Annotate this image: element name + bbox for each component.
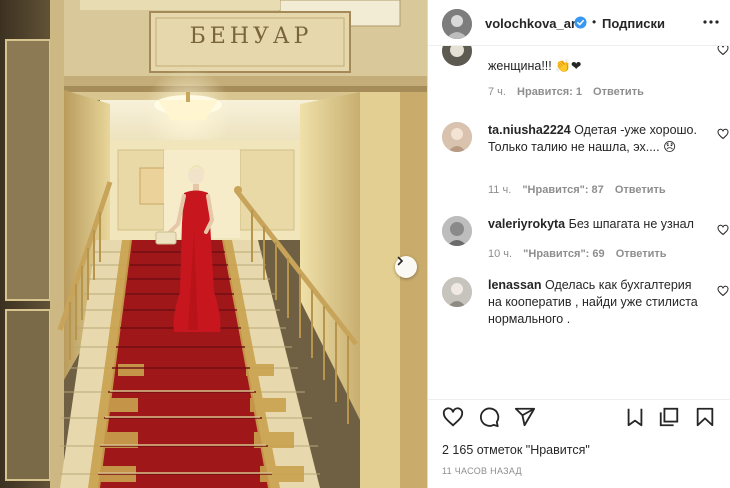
post-timestamp[interactable]: 11 часов назад (442, 466, 522, 476)
comment-text: valeriyrokyta Без шпагата не узнал (488, 216, 698, 233)
bookmark-icon[interactable] (694, 406, 716, 428)
comments-list[interactable]: женщина!!! 👏❤ 7 ч. Нравится: 1 Ответить … (428, 46, 730, 399)
next-photo-button[interactable] (395, 256, 417, 278)
reply-button[interactable]: Ответить (593, 86, 644, 98)
reply-button[interactable]: Ответить (616, 248, 667, 260)
comment-heart-icon[interactable] (717, 46, 729, 56)
tag-people-icon[interactable] (624, 406, 646, 428)
post-photo: БЕНУАР (0, 0, 427, 488)
comment-meta: 11 ч. "Нравится": 87 Ответить (488, 184, 674, 196)
chevron-right-icon (397, 256, 404, 266)
post-header: volochkova_art • Подписки (428, 0, 730, 46)
comment-emoji: 👏❤ (555, 59, 582, 73)
comment-text: lenassan Оделась как бухгалтерия на кооп… (488, 277, 698, 328)
comment-age: 10 ч. (488, 248, 513, 260)
paper-plane-icon[interactable] (514, 406, 536, 428)
comment-heart-icon[interactable] (717, 285, 729, 297)
comment-text: ta.niusha2224 Одетая -уже хорошо. Только… (488, 122, 698, 156)
verified-badge-icon (574, 16, 587, 29)
comment-heart-icon[interactable] (717, 224, 729, 236)
author-username[interactable]: volochkova_art (485, 16, 580, 31)
comment-likes[interactable]: Нравится: 1 (517, 86, 582, 98)
more-options-icon[interactable] (702, 15, 720, 29)
staircase-photo (0, 0, 427, 488)
comment-text: женщина!!! 👏❤ (488, 58, 698, 75)
comment-emoji: 😞 (663, 140, 677, 154)
comment-content: женщина!!! (488, 59, 552, 73)
reply-button[interactable]: Ответить (615, 184, 666, 196)
comment-heart-icon[interactable] (717, 128, 729, 140)
benuar-sign-text: БЕНУАР (189, 24, 313, 49)
commenter-username[interactable]: ta.niusha2224 (488, 123, 571, 137)
post-actions-bar (428, 399, 730, 433)
comment-meta: 7 ч. Нравится: 1 Ответить (488, 86, 652, 98)
comment-likes[interactable]: "Нравится": 69 (523, 248, 604, 260)
commenter-avatar[interactable] (442, 216, 472, 246)
separator-dot: • (592, 15, 597, 29)
likes-count[interactable]: 2 165 отметок "Нравится" (442, 443, 590, 457)
commenter-avatar[interactable] (442, 277, 472, 307)
comment-content: Без шпагата не узнал (568, 217, 694, 231)
multiple-media-icon[interactable] (658, 406, 680, 428)
comment-likes[interactable]: "Нравится": 87 (522, 184, 603, 196)
comment-meta: 10 ч. "Нравится": 69 Ответить (488, 248, 675, 260)
heart-icon[interactable] (442, 406, 464, 428)
author-avatar[interactable] (442, 9, 472, 39)
comment-age: 11 ч. (488, 184, 512, 196)
comment-bubble-icon[interactable] (478, 406, 500, 428)
comment-age: 7 ч. (488, 86, 506, 98)
following-button[interactable]: Подписки (602, 16, 665, 31)
commenter-username[interactable]: valeriyrokyta (488, 217, 565, 231)
commenter-username[interactable]: lenassan (488, 278, 542, 292)
commenter-avatar[interactable] (442, 46, 472, 66)
post-details-pane: volochkova_art • Подписки женщина!!! 👏❤ … (427, 0, 730, 488)
commenter-avatar[interactable] (442, 122, 472, 152)
